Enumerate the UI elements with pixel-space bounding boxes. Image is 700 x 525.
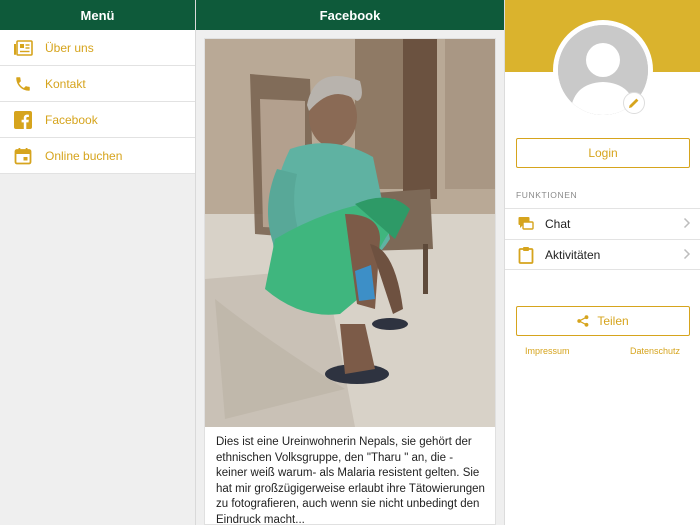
edit-avatar-button[interactable] — [623, 92, 645, 114]
functions-section-title: FUNKTIONEN — [516, 190, 578, 200]
menu-item-label: Kontakt — [45, 76, 86, 91]
menu-header: Menü — [0, 0, 195, 30]
share-button[interactable]: Teilen — [516, 306, 690, 336]
menu-item-ueber-uns[interactable]: Über uns — [0, 30, 195, 66]
chat-icon — [517, 215, 535, 233]
menu-item-kontakt[interactable]: Kontakt — [0, 66, 195, 102]
menu-item-label: Über uns — [45, 40, 94, 55]
share-label: Teilen — [597, 314, 629, 328]
function-label: Aktivitäten — [545, 247, 601, 262]
facebook-icon — [12, 110, 34, 130]
facebook-panel: Facebook Dies ist eine Ureinwohnerin Nep… — [196, 0, 504, 525]
function-label: Chat — [545, 217, 571, 231]
pencil-icon — [629, 98, 639, 108]
menu-item-facebook[interactable]: Facebook — [0, 102, 195, 138]
facebook-post[interactable]: Dies ist eine Ureinwohnerin Nepals, sie … — [204, 38, 496, 525]
share-icon — [577, 315, 589, 327]
menu-item-online-buchen[interactable]: Online buchen — [0, 138, 195, 174]
side-menu: Menü Über uns Kontakt Facebook Online bu… — [0, 0, 196, 525]
facebook-title: Facebook — [319, 7, 381, 23]
login-button[interactable]: Login — [516, 138, 690, 168]
post-text: Dies ist eine Ureinwohnerin Nepals, sie … — [216, 436, 485, 525]
impressum-link[interactable]: Impressum — [525, 346, 570, 356]
post-photo[interactable] — [205, 39, 495, 427]
datenschutz-link[interactable]: Datenschutz — [630, 346, 680, 356]
menu-item-label: Facebook — [45, 112, 98, 127]
menu-item-label: Online buchen — [45, 148, 123, 163]
login-label: Login — [588, 146, 618, 160]
clipboard-icon — [517, 246, 535, 264]
facebook-header: Facebook — [196, 0, 504, 30]
chevron-right-icon — [683, 248, 691, 263]
function-item-chat[interactable]: Chat — [505, 208, 700, 239]
menu-title: Menü — [80, 7, 115, 23]
profile-panel: Login FUNKTIONEN Chat Aktivitäten Teilen… — [504, 0, 700, 525]
calendar-icon — [12, 146, 34, 166]
function-item-aktivitaeten[interactable]: Aktivitäten — [505, 239, 700, 270]
newspaper-icon — [12, 38, 34, 58]
phone-icon — [12, 74, 34, 94]
chevron-right-icon — [683, 217, 691, 232]
